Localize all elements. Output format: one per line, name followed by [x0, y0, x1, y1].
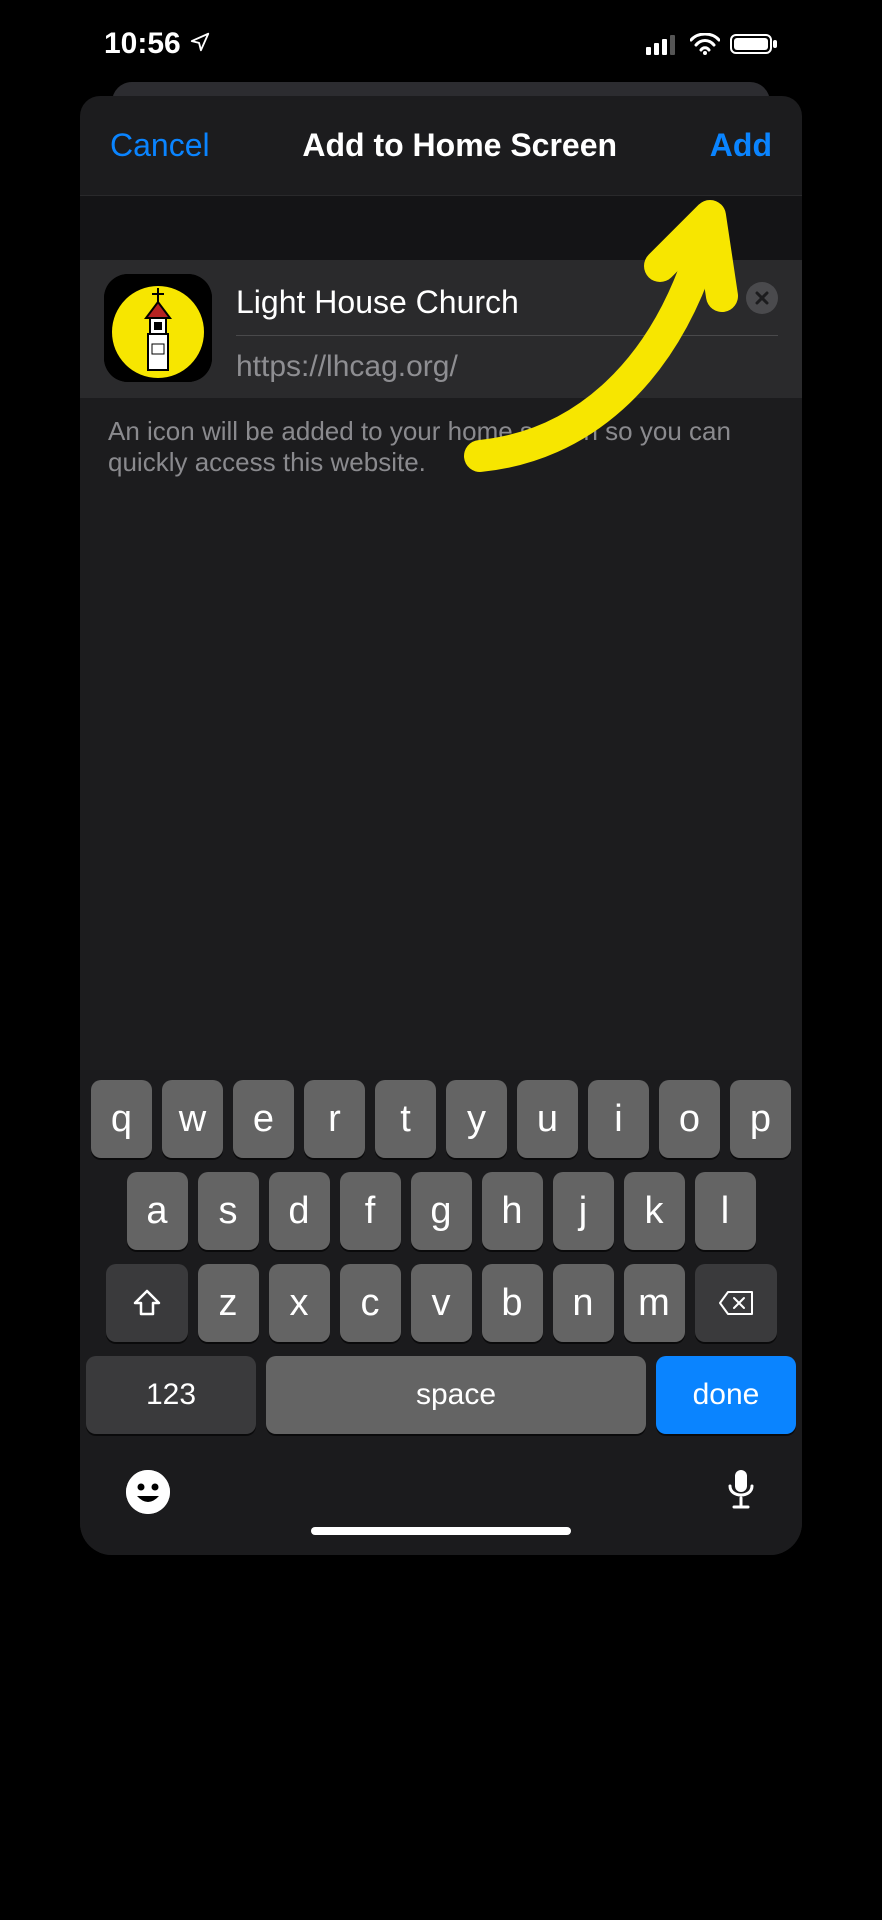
key-e[interactable]: e — [233, 1080, 294, 1158]
key-f[interactable]: f — [340, 1172, 401, 1250]
key-done[interactable]: done — [656, 1356, 796, 1434]
header-spacer — [80, 196, 802, 260]
sheet-header: Cancel Add to Home Screen Add — [80, 96, 802, 196]
key-b[interactable]: b — [482, 1264, 543, 1342]
key-shift[interactable] — [106, 1264, 188, 1342]
keyboard-bottom-bar — [86, 1448, 796, 1519]
add-button[interactable]: Add — [710, 127, 772, 164]
shift-icon — [132, 1288, 162, 1318]
key-p[interactable]: p — [730, 1080, 791, 1158]
wifi-icon — [690, 33, 720, 55]
helper-text: An icon will be added to your home scree… — [80, 398, 802, 496]
key-v[interactable]: v — [411, 1264, 472, 1342]
keyboard-row-4: 123 space done — [86, 1356, 796, 1434]
clear-text-button[interactable] — [746, 282, 778, 314]
keyboard-row-1: q w e r t y u i o p — [86, 1080, 796, 1158]
keyboard-row-2: a s d f g h j k l — [86, 1172, 796, 1250]
home-indicator[interactable] — [311, 1527, 571, 1535]
key-n[interactable]: n — [553, 1264, 614, 1342]
key-t[interactable]: t — [375, 1080, 436, 1158]
key-u[interactable]: u — [517, 1080, 578, 1158]
key-s[interactable]: s — [198, 1172, 259, 1250]
key-space[interactable]: space — [266, 1356, 646, 1434]
emoji-icon — [126, 1470, 170, 1514]
battery-icon — [730, 33, 778, 55]
dictation-button[interactable] — [726, 1468, 756, 1515]
key-m[interactable]: m — [624, 1264, 685, 1342]
key-y[interactable]: y — [446, 1080, 507, 1158]
backspace-icon — [718, 1290, 754, 1316]
key-x[interactable]: x — [269, 1264, 330, 1342]
form-section: https://lhcag.org/ — [80, 260, 802, 398]
cellular-signal-icon — [646, 33, 680, 55]
emoji-keyboard-button[interactable] — [126, 1470, 170, 1514]
keyboard-row-3: z x c v b n m — [86, 1264, 796, 1342]
key-j[interactable]: j — [553, 1172, 614, 1250]
key-o[interactable]: o — [659, 1080, 720, 1158]
shortcut-title-input[interactable] — [236, 278, 778, 335]
cancel-button[interactable]: Cancel — [110, 127, 210, 164]
key-z[interactable]: z — [198, 1264, 259, 1342]
key-c[interactable]: c — [340, 1264, 401, 1342]
phone-frame: 10:56 — [80, 0, 802, 1555]
website-icon — [104, 274, 212, 382]
shortcut-url: https://lhcag.org/ — [236, 336, 778, 384]
add-to-home-sheet: Cancel Add to Home Screen Add — [80, 96, 802, 1555]
location-arrow-icon — [189, 27, 211, 61]
key-w[interactable]: w — [162, 1080, 223, 1158]
key-a[interactable]: a — [127, 1172, 188, 1250]
key-d[interactable]: d — [269, 1172, 330, 1250]
status-time: 10:56 — [104, 27, 181, 61]
key-backspace[interactable] — [695, 1264, 777, 1342]
key-g[interactable]: g — [411, 1172, 472, 1250]
key-r[interactable]: r — [304, 1080, 365, 1158]
keyboard: q w e r t y u i o p a s d f g h j k l — [80, 1070, 802, 1555]
key-h[interactable]: h — [482, 1172, 543, 1250]
key-l[interactable]: l — [695, 1172, 756, 1250]
status-bar: 10:56 — [80, 0, 802, 88]
key-q[interactable]: q — [91, 1080, 152, 1158]
key-k[interactable]: k — [624, 1172, 685, 1250]
key-numbers[interactable]: 123 — [86, 1356, 256, 1434]
microphone-icon — [726, 1468, 756, 1510]
sheet-title: Add to Home Screen — [302, 127, 617, 164]
content-spacer — [80, 496, 802, 1070]
key-i[interactable]: i — [588, 1080, 649, 1158]
